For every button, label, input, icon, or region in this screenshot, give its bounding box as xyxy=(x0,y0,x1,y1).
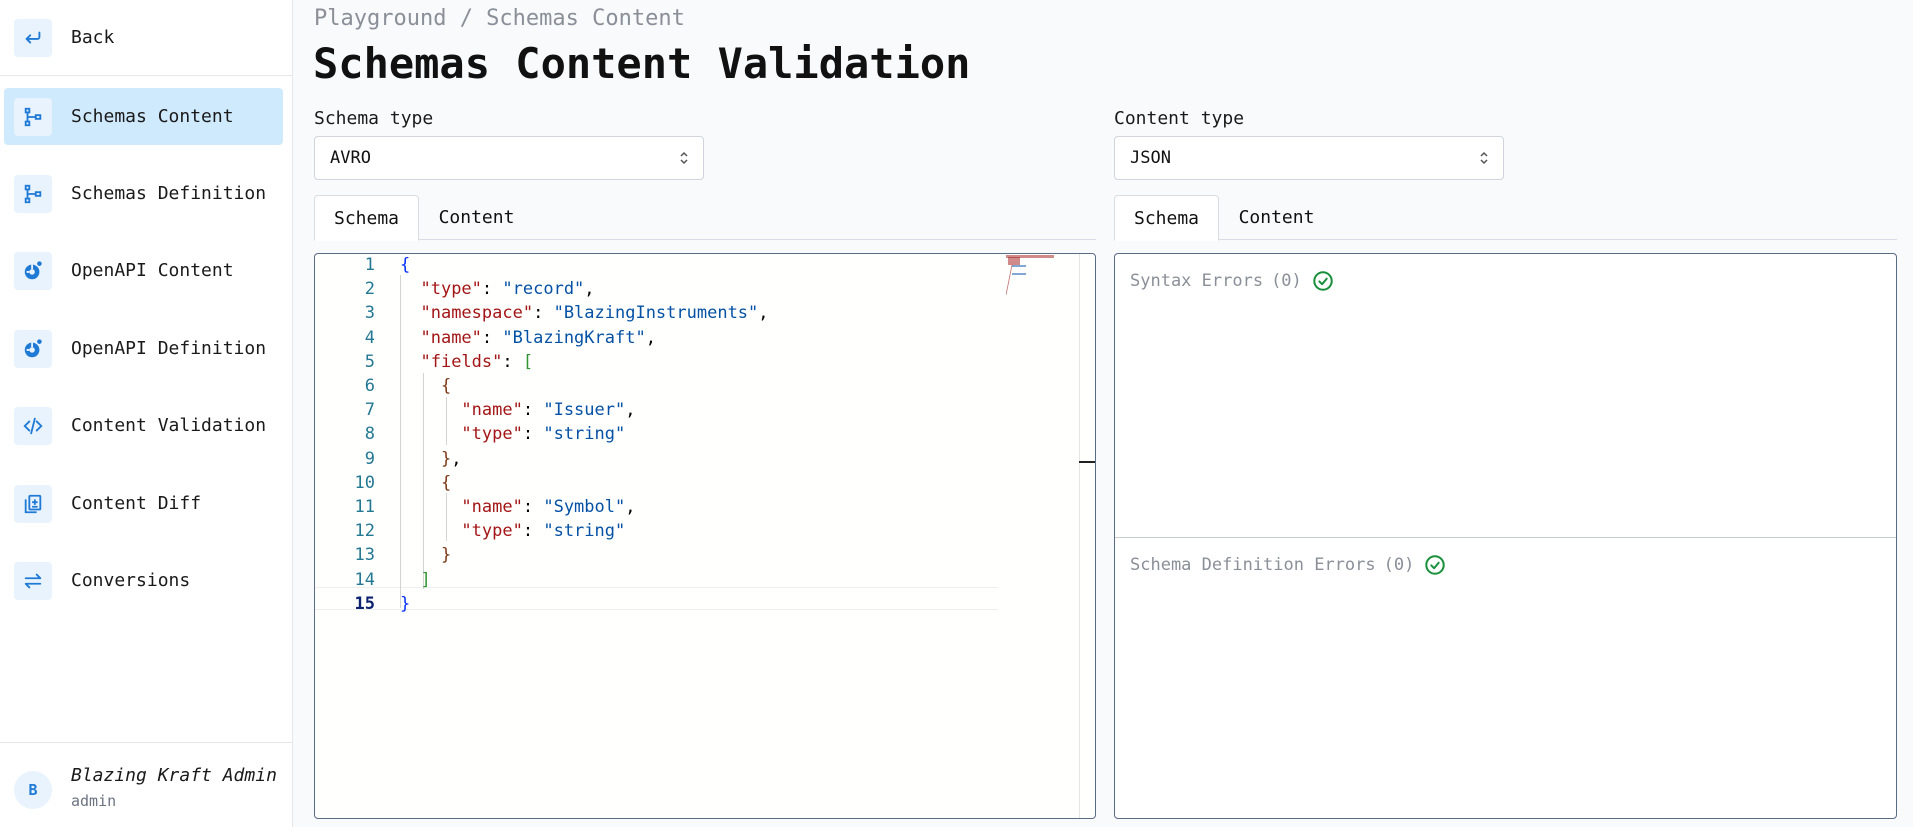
scroll-position-marker xyxy=(1079,461,1095,463)
chevron-updown-icon xyxy=(1480,151,1488,165)
schema-tree-icon xyxy=(14,174,52,213)
content-type-value: JSON xyxy=(1130,148,1171,168)
check-circle-icon xyxy=(1425,555,1446,575)
page-title: Schemas Content Validation xyxy=(313,39,971,88)
sidebar-item-label: Content Diff xyxy=(71,493,202,514)
schema-tree-icon xyxy=(14,97,52,136)
schema-type-select[interactable]: AVRO xyxy=(314,136,704,180)
sidebar-item-label: Content Validation xyxy=(71,415,267,436)
code-line: "type": "record", xyxy=(420,279,595,300)
sidebar-item-label: OpenAPI Definition xyxy=(71,338,267,359)
code-line: "name": "Symbol", xyxy=(461,497,636,517)
divider xyxy=(1115,537,1896,538)
breadcrumb: Playground / Schemas Content xyxy=(314,6,685,31)
content-type-select[interactable]: JSON xyxy=(1114,136,1504,180)
user-role: admin xyxy=(71,792,117,810)
line-number: 4 xyxy=(364,327,375,348)
line-number: 5 xyxy=(364,351,375,372)
back-label: Back xyxy=(71,27,115,48)
line-number: 7 xyxy=(364,400,375,421)
sidebar-item-label: Schemas Content xyxy=(71,106,234,127)
tab-schema[interactable]: Schema xyxy=(1114,195,1219,241)
sidebar-item-schemas-content[interactable]: Schemas Content xyxy=(4,88,283,145)
sidebar: Back Schemas Content Schemas Definition … xyxy=(0,0,293,827)
code-line: ] xyxy=(420,569,431,590)
line-number: 8 xyxy=(364,424,375,445)
line-number: 2 xyxy=(364,279,375,300)
syntax-errors-count: (0) xyxy=(1271,271,1302,291)
tab-schema[interactable]: Schema xyxy=(314,195,419,241)
user-name: Blazing Kraft Admin xyxy=(71,765,277,786)
code-line: { xyxy=(440,376,452,396)
code-line: }, xyxy=(440,448,462,469)
definition-errors-count: (0) xyxy=(1383,555,1415,575)
schema-type-value: AVRO xyxy=(330,148,371,168)
line-number: 15 xyxy=(354,593,375,614)
openapi-icon xyxy=(14,251,52,290)
avatar: B xyxy=(14,771,52,809)
definition-errors-header: Schema Definition Errors (0) xyxy=(1130,554,1446,576)
back-button[interactable]: Back xyxy=(0,0,293,76)
sidebar-item-conversions[interactable]: Conversions xyxy=(4,552,283,609)
errors-panel: Syntax Errors (0) Schema Definition Erro… xyxy=(1114,253,1897,819)
line-number: 14 xyxy=(354,569,375,590)
code-line: { xyxy=(440,472,452,493)
code-line: "type": "string" xyxy=(461,424,626,445)
code-line: } xyxy=(400,593,411,614)
sidebar-item-label: Schemas Definition xyxy=(71,183,267,204)
code-line: "fields": [ xyxy=(420,351,534,372)
validation-tabs: Schema Content xyxy=(1114,195,1897,241)
schema-tabs: Schema Content xyxy=(314,195,1096,241)
line-number: 9 xyxy=(364,448,375,469)
code-line: { xyxy=(400,255,411,275)
diff-icon xyxy=(14,484,52,523)
vertical-scrollbar[interactable] xyxy=(1079,254,1080,818)
arrows-exchange-icon xyxy=(14,561,52,600)
sidebar-item-label: OpenAPI Content xyxy=(71,260,234,281)
code-line: "namespace": "BlazingInstruments", xyxy=(420,303,769,324)
tab-content[interactable]: Content xyxy=(1219,195,1334,240)
line-number: 1 xyxy=(364,255,375,275)
syntax-errors-header: Syntax Errors (0) xyxy=(1130,270,1334,292)
sidebar-item-content-validation[interactable]: Content Validation xyxy=(4,397,283,454)
sidebar-item-label: Conversions xyxy=(71,570,191,591)
syntax-errors-label: Syntax Errors xyxy=(1130,271,1264,291)
definition-errors-label: Schema Definition Errors xyxy=(1130,555,1376,575)
sidebar-item-schemas-definition[interactable]: Schemas Definition xyxy=(4,165,283,222)
code-icon xyxy=(14,406,52,445)
line-number: 6 xyxy=(364,376,375,396)
code-line: "name": "Issuer", xyxy=(461,400,636,421)
minimap[interactable] xyxy=(1006,255,1066,295)
sidebar-item-content-diff[interactable]: Content Diff xyxy=(4,475,283,532)
openapi-icon xyxy=(14,329,52,368)
code-line: "name": "BlazingKraft", xyxy=(420,327,656,348)
back-arrow-icon xyxy=(14,18,52,57)
tab-content[interactable]: Content xyxy=(419,195,534,240)
code-line: } xyxy=(440,545,452,566)
sidebar-item-openapi-definition[interactable]: OpenAPI Definition xyxy=(4,320,283,377)
content-type-label: Content type xyxy=(1114,108,1245,129)
line-number: 11 xyxy=(354,497,375,517)
check-circle-icon xyxy=(1313,271,1333,291)
chevron-updown-icon xyxy=(680,151,688,165)
line-number: 10 xyxy=(354,472,375,493)
line-number: 12 xyxy=(354,521,375,542)
code-line: "type": "string" xyxy=(461,521,626,542)
schema-type-label: Schema type xyxy=(314,108,434,129)
sidebar-item-openapi-content[interactable]: OpenAPI Content xyxy=(4,242,283,299)
current-line-highlight xyxy=(315,587,998,610)
line-number: 3 xyxy=(364,303,375,324)
code-editor[interactable]: 1 2 3 4 5 6 7 8 9 10 11 12 13 14 15 { "type": "record"… xyxy=(314,253,1096,819)
user-profile[interactable]: B Blazing Kraft Admin admin xyxy=(0,742,293,827)
line-number: 13 xyxy=(354,545,375,566)
